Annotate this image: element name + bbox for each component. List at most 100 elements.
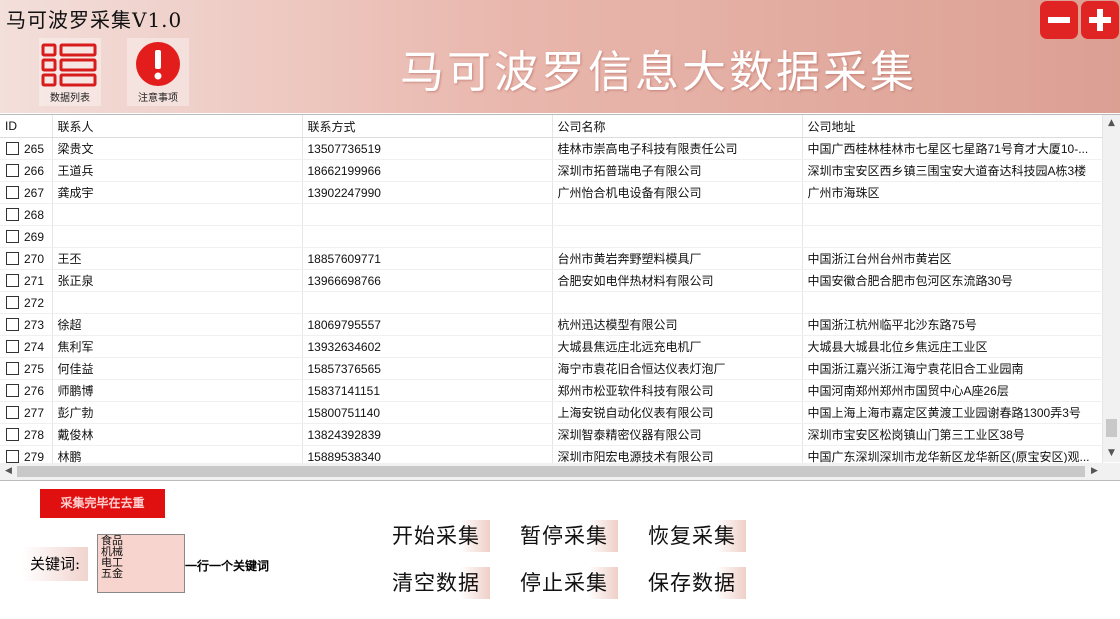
status-badge: 采集完毕在去重 — [40, 489, 165, 518]
column-header-contact[interactable]: 联系人 — [52, 115, 303, 138]
row-checkbox[interactable] — [6, 339, 19, 353]
clear-data-button[interactable]: 清空数据 — [382, 567, 490, 599]
row-checkbox[interactable] — [6, 141, 19, 155]
row-checkbox[interactable] — [6, 427, 19, 441]
cell-id: 275 — [0, 357, 53, 380]
row-checkbox[interactable] — [6, 207, 19, 221]
cell-phone: 18069795557 — [302, 313, 553, 336]
plus-icon — [1089, 9, 1111, 31]
table-row[interactable]: 277 彭广勃 15800751140 上海安锐自动化仪表有限公司 中国上海上海市嘉定区… — [0, 401, 1103, 424]
table-row[interactable]: 267 龚成宇 13902247990 广州怡合机电设备有限公司 广州市海珠区 — [0, 181, 1103, 204]
row-checkbox[interactable] — [6, 361, 19, 375]
cell-contact: 彭广勃 — [52, 401, 303, 424]
cell-phone — [302, 291, 553, 314]
vertical-scrollbar[interactable]: ▲ ▼ — [1103, 115, 1120, 462]
data-list-button[interactable]: 数据列表 — [39, 38, 101, 106]
resume-collect-button[interactable]: 恢复采集 — [638, 520, 746, 552]
cell-address: 深圳市宝安区松岗镇山门第三工业区38号 — [802, 423, 1103, 446]
cell-contact: 何佳益 — [52, 357, 303, 380]
cell-id: 278 — [0, 423, 53, 446]
table-row[interactable]: 274 焦利军 13932634602 大城县焦远庄北远充电机厂 大城县大城县北位乡焦远… — [0, 335, 1103, 358]
cell-contact: 梁贵文 — [52, 137, 303, 160]
cell-company — [552, 203, 803, 226]
save-data-button[interactable]: 保存数据 — [638, 567, 746, 599]
table-row[interactable]: 268 — [0, 203, 1103, 226]
table-row[interactable]: 266 王道兵 18662199966 深圳市拓普瑞电子有限公司 深圳市宝安区西乡镇三围… — [0, 159, 1103, 182]
table-row[interactable]: 275 何佳益 15857376565 海宁市袁花旧合恒达仪表灯泡厂 中国浙江嘉兴浙江海… — [0, 357, 1103, 380]
table-row[interactable]: 278 戴俊林 13824392839 深圳智泰精密仪器有限公司 深圳市宝安区松岗镇山门… — [0, 423, 1103, 446]
cell-contact — [52, 225, 303, 248]
minimize-button[interactable] — [1040, 1, 1078, 39]
row-checkbox[interactable] — [6, 229, 19, 243]
cell-phone: 15857376565 — [302, 357, 553, 380]
cell-contact: 王道兵 — [52, 159, 303, 182]
row-checkbox[interactable] — [6, 317, 19, 331]
list-icon — [41, 43, 97, 87]
cell-contact: 戴俊林 — [52, 423, 303, 446]
table-row[interactable]: 272 — [0, 291, 1103, 314]
row-id: 272 — [24, 295, 45, 310]
cell-contact: 王丕 — [52, 247, 303, 270]
cell-address — [802, 203, 1103, 226]
column-header-phone[interactable]: 联系方式 — [302, 115, 553, 138]
cell-phone: 18857609771 — [302, 247, 553, 270]
cell-id: 265 — [0, 137, 53, 160]
cell-company: 桂林市崇高电子科技有限责任公司 — [552, 137, 803, 160]
table-row[interactable]: 276 师鹏博 15837141151 郑州市松亚软件科技有限公司 中国河南郑州郑州市国… — [0, 379, 1103, 402]
cell-company: 深圳智泰精密仪器有限公司 — [552, 423, 803, 446]
warning-icon — [136, 42, 180, 86]
start-collect-button[interactable]: 开始采集 — [382, 520, 490, 552]
table-row[interactable]: 273 徐超 18069795557 杭州迅达模型有限公司 中国浙江杭州临平北沙东路75… — [0, 313, 1103, 336]
cell-id: 273 — [0, 313, 53, 336]
cell-id: 276 — [0, 379, 53, 402]
cell-company — [552, 291, 803, 314]
scroll-right-arrow-icon[interactable]: ▶ — [1086, 463, 1103, 480]
notice-label: 注意事项 — [138, 93, 178, 104]
stop-collect-button[interactable]: 停止采集 — [510, 567, 618, 599]
cell-address: 深圳市宝安区西乡镇三围宝安大道奋达科技园A栋3楼 — [802, 159, 1103, 182]
horizontal-scroll-thumb[interactable] — [17, 466, 1085, 477]
cell-contact — [52, 203, 303, 226]
row-checkbox[interactable] — [6, 405, 19, 419]
row-id: 267 — [24, 185, 45, 200]
cell-address — [802, 291, 1103, 314]
table-row[interactable]: 265 梁贵文 13507736519 桂林市崇高电子科技有限责任公司 中国广西桂林桂林… — [0, 137, 1103, 160]
row-checkbox[interactable] — [6, 163, 19, 177]
row-checkbox[interactable] — [6, 295, 19, 309]
cell-id: 266 — [0, 159, 53, 182]
header-bar: 马可波罗采集V1.0 数据列表 注意事项 马可波罗信息大数据采集 — [0, 0, 1120, 113]
cell-address: 中国浙江杭州临平北沙东路75号 — [802, 313, 1103, 336]
scroll-up-arrow-icon[interactable]: ▲ — [1103, 115, 1120, 132]
cell-company — [552, 225, 803, 248]
cell-contact — [52, 291, 303, 314]
table-row[interactable]: 270 王丕 18857609771 台州市黄岩奔野塑料模具厂 中国浙江台州台州市黄岩区 — [0, 247, 1103, 270]
table-row[interactable]: 271 张正泉 13966698766 合肥安如电伴热材料有限公司 中国安徽合肥合肥市包… — [0, 269, 1103, 292]
row-checkbox[interactable] — [6, 273, 19, 287]
row-checkbox[interactable] — [6, 449, 19, 463]
cell-company: 郑州市松亚软件科技有限公司 — [552, 379, 803, 402]
row-checkbox[interactable] — [6, 185, 19, 199]
maximize-button[interactable] — [1081, 1, 1119, 39]
row-id: 274 — [24, 339, 45, 354]
vertical-scroll-thumb[interactable] — [1106, 419, 1117, 437]
cell-address: 中国浙江嘉兴浙江海宁袁花旧合工业园南 — [802, 357, 1103, 380]
column-header-address[interactable]: 公司地址 — [802, 115, 1103, 138]
scroll-down-arrow-icon[interactable]: ▼ — [1103, 445, 1120, 462]
scroll-left-arrow-icon[interactable]: ◀ — [0, 463, 17, 480]
row-checkbox[interactable] — [6, 383, 19, 397]
column-header-company[interactable]: 公司名称 — [552, 115, 803, 138]
row-id: 276 — [24, 383, 45, 398]
cell-phone: 13507736519 — [302, 137, 553, 160]
keyword-line: 五金 — [101, 567, 123, 580]
keywords-textarea[interactable]: 食品 机械 电工 五金 — [97, 534, 185, 593]
cell-address: 广州市海珠区 — [802, 181, 1103, 204]
cell-address: 中国广西桂林桂林市七星区七星路71号育才大厦10-... — [802, 137, 1103, 160]
row-checkbox[interactable] — [6, 251, 19, 265]
cell-id: 274 — [0, 335, 53, 358]
column-header-id[interactable]: ID — [0, 115, 53, 138]
horizontal-scrollbar[interactable]: ◀ ▶ — [0, 463, 1103, 480]
row-id: 266 — [24, 163, 45, 178]
table-row[interactable]: 269 — [0, 225, 1103, 248]
notice-button[interactable]: 注意事项 — [127, 38, 189, 106]
pause-collect-button[interactable]: 暂停采集 — [510, 520, 618, 552]
